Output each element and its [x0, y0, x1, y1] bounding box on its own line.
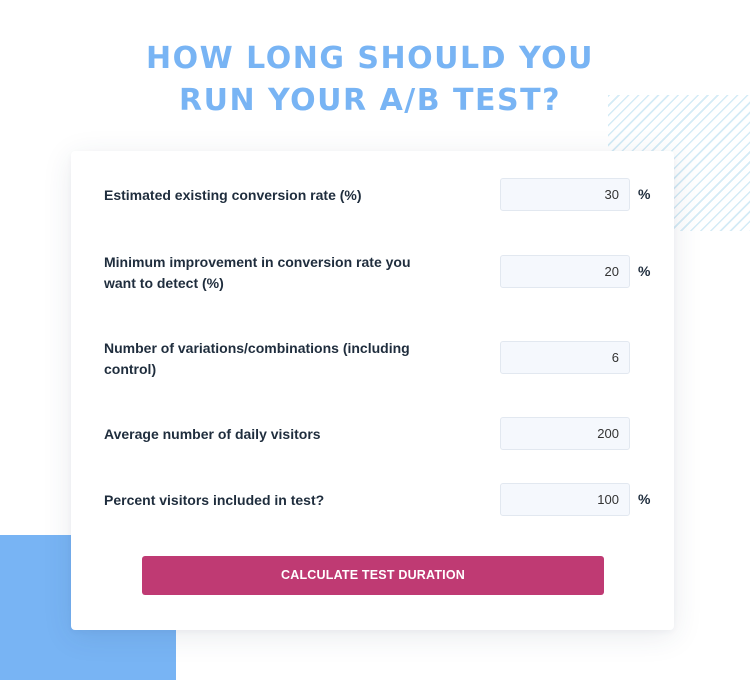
min-improvement-input[interactable] [500, 255, 630, 288]
variations-input[interactable] [500, 341, 630, 374]
page-title: HOW LONG SHOULD YOU RUN YOUR A/B TEST? [0, 38, 740, 122]
percent-visitors-label: Percent visitors included in test? [104, 492, 325, 508]
daily-visitors-input[interactable] [500, 417, 630, 450]
percent-unit: % [638, 263, 651, 279]
percent-visitors-input[interactable] [500, 483, 630, 516]
conversion-rate-label: Estimated existing conversion rate (%) [104, 187, 362, 203]
percent-unit: % [638, 186, 651, 202]
page-title-line-2: RUN YOUR A/B TEST? [179, 83, 561, 118]
calculator-card: Estimated existing conversion rate (%) %… [71, 151, 674, 630]
min-improvement-label: Minimum improvement in conversion rate y… [104, 254, 411, 291]
percent-unit: % [638, 491, 651, 507]
variations-label: Number of variations/combinations (inclu… [104, 340, 410, 377]
page-title-line-1: HOW LONG SHOULD YOU [146, 41, 594, 76]
conversion-rate-input[interactable] [500, 178, 630, 211]
daily-visitors-label: Average number of daily visitors [104, 426, 321, 442]
calculate-test-duration-button[interactable]: CALCULATE TEST DURATION [142, 556, 604, 595]
